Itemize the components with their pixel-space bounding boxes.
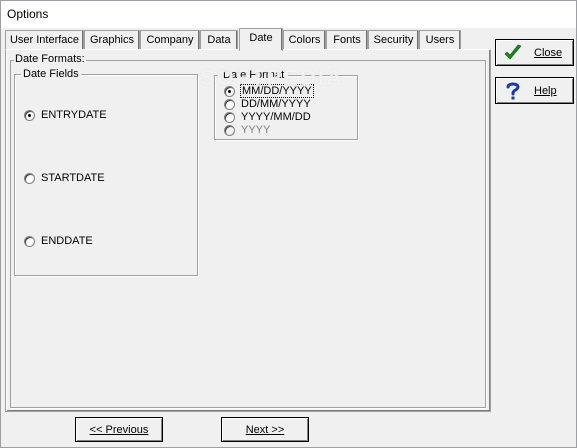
radio-ddmmyyyy-label: DD/MM/YYYY [241,98,311,110]
close-button-label: Close [534,47,563,59]
previous-button-label: << Previous [89,423,149,436]
tab-graphics[interactable]: Graphics [84,30,140,50]
help-button-label: Help [534,85,557,97]
date-format-group: Date Format MM/DD/YYYY DD/MM/YYYY YYYY/M… [214,69,358,140]
radio-yyyy: YYYY [224,124,270,136]
radio-button-icon[interactable] [24,235,35,247]
radio-button-icon[interactable] [24,109,35,121]
tab-date[interactable]: Date [239,28,283,53]
close-button[interactable]: Close [495,39,574,66]
tab-data[interactable]: Data [200,30,238,50]
next-button-label: Next >> [245,423,285,436]
radio-button-icon[interactable] [224,85,235,97]
radio-entrydate[interactable]: ENTRYDATE [24,109,107,121]
radio-yyyy-label: YYYY [241,124,271,136]
radio-startdate-label: STARTDATE [41,172,105,184]
radio-startdate[interactable]: STARTDATE [24,172,105,184]
radio-yyyymmdd[interactable]: YYYY/MM/DD [224,111,311,123]
date-tab-panel: Date Formats: Date Fields ENTRYDATE STAR… [5,49,491,412]
radio-enddate[interactable]: ENDDATE [24,235,93,247]
date-fields-group: Date Fields ENTRYDATE STARTDATE ENDDATE [14,68,198,276]
options-window: Options User Interface Graphics Company … [0,0,577,448]
date-fields-label: Date Fields [21,68,81,80]
date-format-label: Date Format [221,69,287,81]
next-button[interactable]: Next >> [221,417,309,442]
radio-button-icon[interactable] [224,111,235,123]
tab-security[interactable]: Security [368,30,419,50]
help-button[interactable]: Help [495,77,574,104]
window-title: Options [1,1,576,28]
radio-button-icon[interactable] [24,172,35,184]
radio-enddate-label: ENDDATE [41,235,93,247]
radio-mmddyyyy-label: MM/DD/YYYY [240,84,314,98]
tab-user-interface[interactable]: User Interface [5,30,84,50]
previous-button[interactable]: << Previous [75,417,163,442]
radio-button-icon[interactable] [224,98,235,110]
tab-users[interactable]: Users [419,30,461,50]
tab-company[interactable]: Company [140,30,200,50]
tab-colors[interactable]: Colors [283,30,326,50]
tab-fonts[interactable]: Fonts [326,30,368,50]
radio-mmddyyyy[interactable]: MM/DD/YYYY [224,84,314,98]
radio-button-icon [224,124,235,136]
question-icon [506,82,520,100]
checkmark-icon [504,44,522,60]
date-formats-label: Date Formats: [14,53,86,65]
radio-ddmmyyyy[interactable]: DD/MM/YYYY [224,98,311,110]
radio-entrydate-label: ENTRYDATE [41,109,107,121]
radio-yyyymmdd-label: YYYY/MM/DD [241,111,311,123]
